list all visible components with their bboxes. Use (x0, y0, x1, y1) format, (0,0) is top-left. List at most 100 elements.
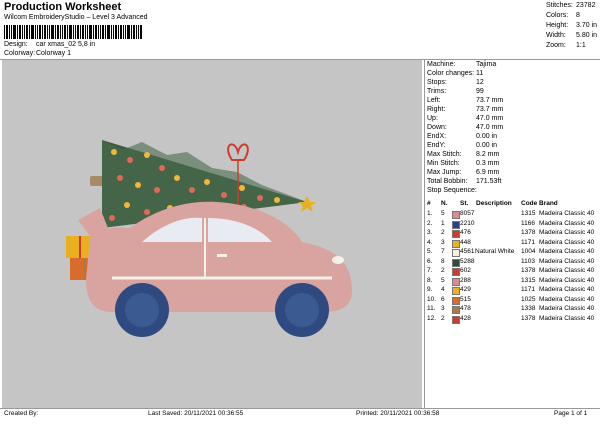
cell-num: 2. (427, 219, 433, 227)
cell-code: 1171 (521, 286, 535, 293)
cell-st: 4561 (460, 248, 475, 255)
stat-value: 3.70 in (576, 22, 598, 29)
cell-code: 1171 (521, 238, 535, 246)
cell-num: 12. (427, 314, 437, 322)
cell-st: 476 (460, 229, 471, 236)
cell-code: 1004 (521, 248, 536, 255)
info-label: Right: (427, 106, 446, 113)
cell-st: 602 (460, 267, 471, 274)
cell-desc: Natural White (475, 248, 515, 255)
cell-st: 429 (460, 286, 471, 293)
cell-brand: Madeira Classic 40 (539, 238, 595, 246)
info-value: 73.7 mm (476, 97, 504, 104)
stop-sequence-row: 7. 2 602 1378 Madeira Classic 40 (425, 267, 598, 277)
stop-sequence-row: 4. 3 448 1171 Madeira Classic 40 (425, 239, 598, 249)
info-value: Tajima (476, 61, 497, 68)
stop-sequence-row: 5. 7 4561 Natural White 1004 Madeira Classic … (425, 248, 598, 258)
info-value: 8.2 mm (476, 151, 500, 158)
info-value: 11 (476, 70, 484, 77)
cell-st: 428 (460, 314, 471, 322)
stop-sequence-row: 1. 5 8057 1315 Madeira Classic 40 (425, 210, 598, 220)
color-swatch (452, 258, 460, 267)
cell-n: 1 (441, 219, 445, 227)
design-label: Design: (4, 41, 28, 48)
cell-n: 7 (441, 248, 445, 255)
cell-n: 4 (441, 286, 445, 293)
info-value: 0.00 in (476, 142, 498, 149)
cell-num: 10. (427, 295, 437, 303)
info-label: Machine: (427, 61, 456, 68)
color-swatch (452, 268, 460, 276)
stat-value: 1:1 (576, 42, 586, 49)
star-icon (298, 196, 316, 212)
cell-n: 2 (441, 267, 445, 274)
barcode-image (4, 25, 142, 39)
info-value: 99 (476, 88, 484, 95)
column-header: Brand (539, 200, 558, 207)
cell-num: 1. (427, 210, 433, 217)
stop-sequence-row: 12. 2 428 1378 Madeira Classic 40 (425, 315, 598, 325)
stop-sequence-row: 2. 1 2210 1166 Madeira Classic 40 (425, 220, 598, 230)
cell-st: 288 (460, 276, 471, 284)
stop-sequence-title: Stop Sequence: (427, 187, 477, 194)
info-label: Left: (427, 97, 441, 104)
cell-n: 5 (441, 276, 445, 284)
info-value: 47.0 mm (476, 124, 504, 131)
info-label: Max Stitch: (427, 151, 462, 158)
cell-st: 5288 (460, 257, 475, 265)
cell-brand: Madeira Classic 40 (539, 219, 595, 227)
cell-code: 1315 (521, 276, 536, 284)
stat-label: Colors: (546, 12, 569, 19)
cell-brand: Madeira Classic 40 (539, 295, 595, 303)
info-label: Color changes: (427, 70, 475, 77)
info-label: EndX: (427, 133, 447, 140)
column-header: N. (441, 200, 448, 207)
embroidery-car-illustration (66, 140, 352, 337)
footer-page-number: Page 1 of 1 (554, 410, 588, 417)
color-swatch (452, 211, 460, 219)
cell-st: 2210 (460, 219, 475, 227)
cell-n: 8 (441, 257, 445, 265)
footer-last-saved: Last Saved: 20/11/2021 00:36:55 (148, 410, 244, 417)
colorway-value: Colorway 1 (36, 50, 72, 57)
cell-code: 1166 (521, 219, 535, 227)
color-swatch (452, 239, 460, 248)
cell-num: 7. (427, 267, 433, 274)
color-swatch (452, 277, 460, 286)
cell-n: 2 (441, 314, 445, 322)
color-swatch (452, 287, 460, 295)
design-value: car xmas_02 5,8 in (36, 41, 96, 48)
stop-sequence-row: 8. 5 288 1315 Madeira Classic 40 (425, 277, 598, 287)
cell-num: 3. (427, 229, 433, 236)
column-header: Description (476, 200, 512, 207)
info-value: 0.3 mm (476, 160, 500, 167)
cell-brand: Madeira Classic 40 (539, 305, 595, 312)
info-value: 73.7 mm (476, 106, 504, 113)
column-header: Code (521, 200, 538, 207)
color-swatch (452, 306, 460, 314)
headlight (332, 256, 344, 264)
cell-brand: Madeira Classic 40 (539, 229, 595, 236)
info-value: 12 (476, 79, 484, 86)
info-label: Up: (427, 115, 438, 122)
cell-n: 2 (441, 229, 445, 236)
stat-value: 8 (576, 12, 580, 19)
stop-sequence-row: 6. 8 5288 1103 Madeira Classic 40 (425, 258, 598, 268)
cell-code: 1315 (521, 210, 536, 217)
info-value: 0.00 in (476, 133, 498, 140)
stop-sequence-row: 10. 6 515 1025 Madeira Classic 40 (425, 296, 598, 306)
cell-n: 5 (441, 210, 445, 217)
bow-ribbon (227, 143, 249, 161)
info-label: EndY: (427, 142, 446, 149)
machine-info-panel: Machine: Tajima Color changes: 11 Stops:… (425, 60, 598, 408)
cell-code: 1103 (521, 257, 535, 265)
stat-label: Zoom: (546, 42, 566, 49)
color-swatch (452, 249, 460, 257)
stat-label: Height: (546, 22, 569, 29)
cell-st: 515 (460, 295, 471, 303)
info-label: Trims: (427, 88, 447, 95)
cell-n: 6 (441, 295, 445, 303)
software-subtitle: Wilcom EmbroideryStudio – Level 3 Advanc… (4, 14, 148, 21)
stop-sequence-row: 9. 4 429 1171 Madeira Classic 40 (425, 286, 598, 296)
column-header: St. (460, 200, 469, 207)
